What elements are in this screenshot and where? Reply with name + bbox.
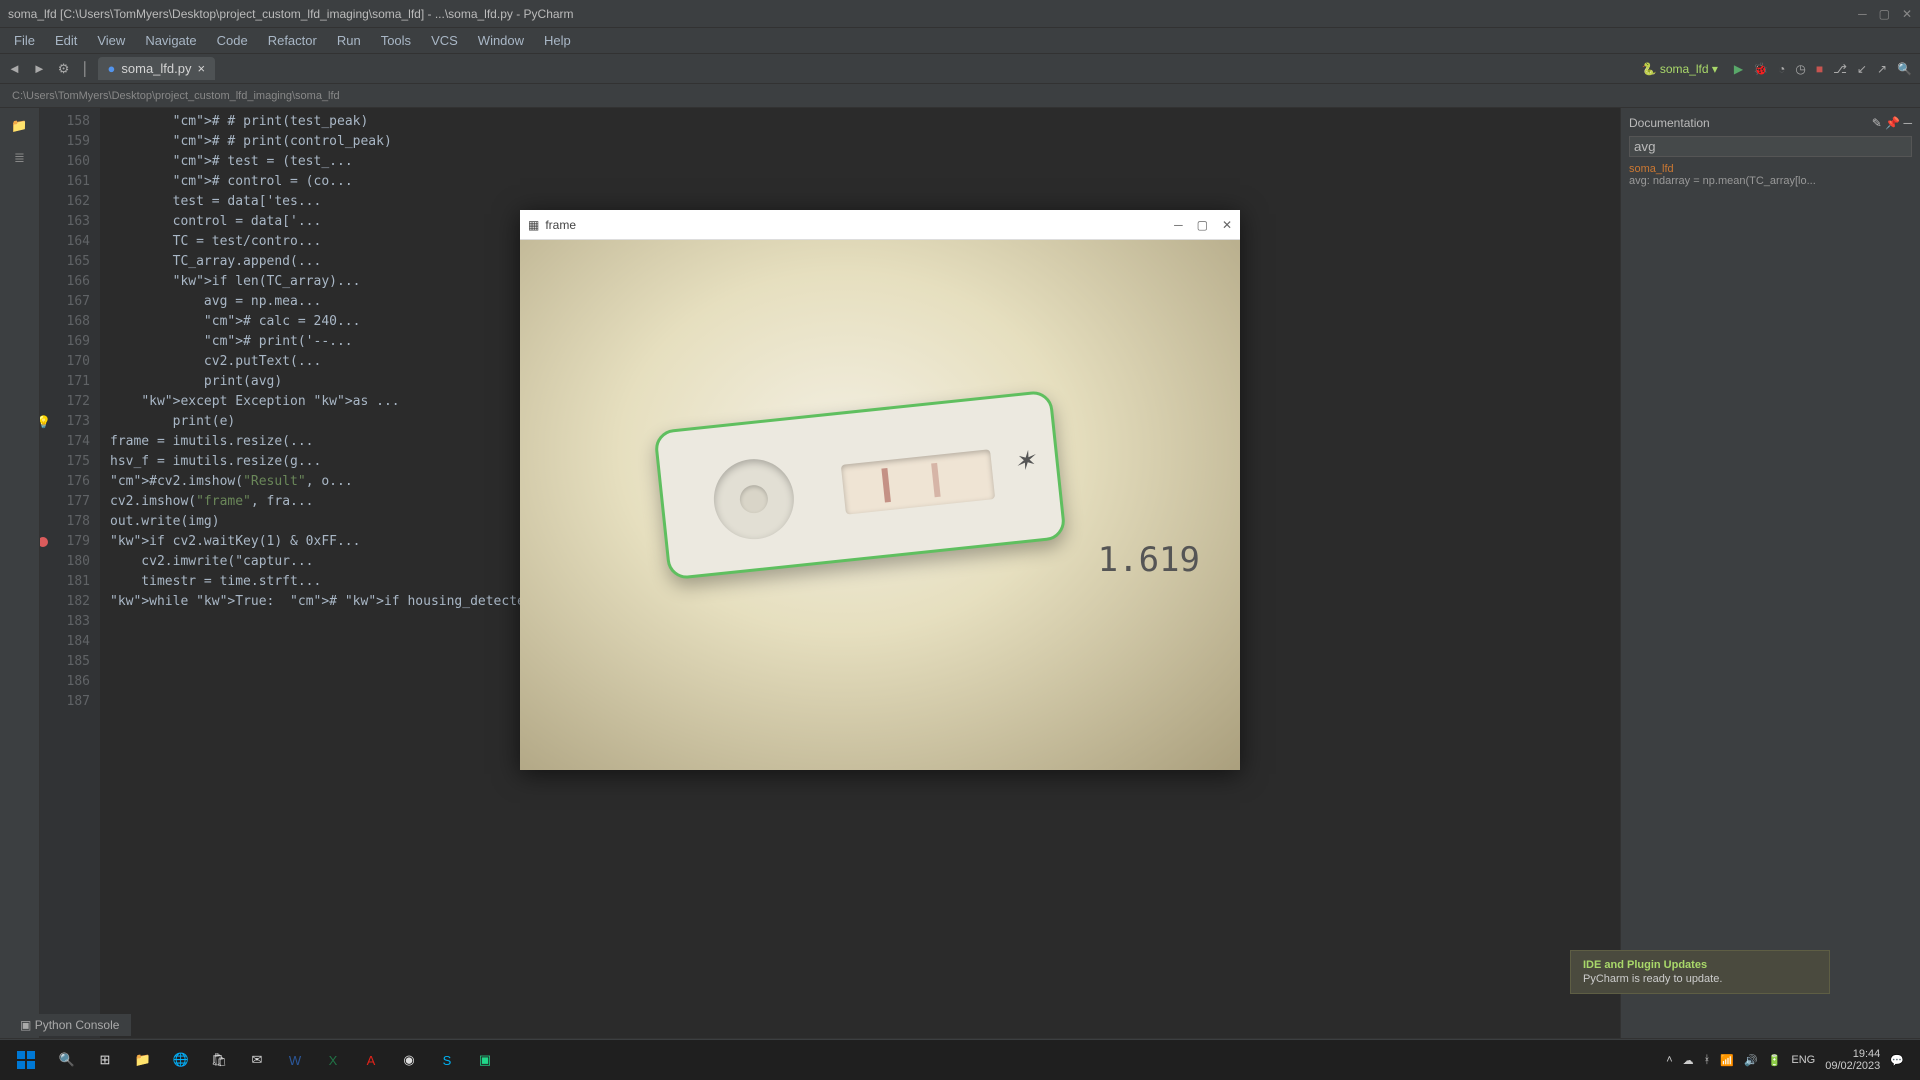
tab-close-icon[interactable]: × — [197, 61, 205, 76]
cv-minimration-icon[interactable]: ─ — [1174, 218, 1183, 232]
window-controls: ─ ▢ ✕ — [1858, 7, 1912, 21]
hide-icon[interactable]: ─ — [1903, 116, 1912, 130]
window-title: soma_lfd [C:\Users\TomMyers\Desktop\proj… — [8, 7, 1858, 21]
structure-tool-icon[interactable]: ≣ — [14, 150, 25, 166]
app-icon: ▦ — [528, 218, 539, 232]
close-icon[interactable]: ✕ — [1902, 7, 1912, 21]
documentation-panel: Documentation ✎ 📌 ─ soma_lfd avg: ndarra… — [1620, 108, 1920, 1038]
language-indicator[interactable]: ENG — [1791, 1054, 1815, 1066]
edit-icon[interactable]: ✎ — [1872, 116, 1882, 130]
taskbar-excel[interactable]: X — [316, 1043, 350, 1077]
bluetooth-icon[interactable]: ᚼ — [1704, 1054, 1711, 1066]
title-bar: soma_lfd [C:\Users\TomMyers\Desktop\proj… — [0, 0, 1920, 28]
doc-file-label: soma_lfd — [1629, 163, 1912, 175]
doc-panel-title: Documentation — [1629, 116, 1710, 130]
divider-icon: │ — [81, 61, 89, 77]
cv-title-bar[interactable]: ▦ frame ─ ▢ ✕ — [520, 210, 1240, 240]
tc-ratio-reading: 1.619 — [1098, 540, 1200, 580]
taskbar-word[interactable]: W — [278, 1043, 312, 1077]
pin-icon[interactable]: 📌 — [1885, 116, 1900, 130]
lfd-cassette: ✶ — [653, 390, 1066, 581]
cv-maximize-icon[interactable]: ▢ — [1197, 218, 1208, 232]
volume-icon[interactable]: 🔊 — [1744, 1054, 1758, 1067]
taskbar-search[interactable]: 🔍 — [50, 1043, 84, 1077]
doc-content: avg: ndarray = np.mean(TC_array[lo... — [1629, 175, 1912, 187]
project-tool-icon[interactable]: 📁 — [11, 118, 27, 134]
terminal-icon: ▣ — [20, 1018, 31, 1032]
menu-edit[interactable]: Edit — [47, 31, 85, 50]
line-gutter: 1581591601611621631641651661671681691701… — [40, 108, 100, 1038]
nav-back-icon[interactable]: ◄ — [8, 61, 21, 77]
run-config-selector[interactable]: 🐍 soma_lfd ▾ — [1642, 62, 1718, 76]
taskbar-taskview[interactable]: ⊞ — [88, 1043, 122, 1077]
python-file-icon: ● — [108, 61, 116, 76]
python-icon: 🐍 — [1642, 62, 1657, 76]
menu-code[interactable]: Code — [209, 31, 256, 50]
taskbar-explorer[interactable]: 📁 — [126, 1043, 160, 1077]
menu-bar: File Edit View Navigate Code Refactor Ru… — [0, 28, 1920, 54]
toolbar: ◄ ► ⚙ │ ● soma_lfd.py × 🐍 soma_lfd ▾ ▶ 🐞… — [0, 54, 1920, 84]
editor-tab[interactable]: ● soma_lfd.py × — [98, 57, 216, 80]
run-icon[interactable]: ▶ — [1734, 62, 1743, 76]
cassette-logo: ✶ — [1012, 445, 1037, 478]
taskbar-clock[interactable]: 19:44 09/02/2023 — [1825, 1048, 1880, 1072]
cv-close-icon[interactable]: ✕ — [1222, 218, 1232, 232]
taskbar-mail[interactable]: ✉ — [240, 1043, 274, 1077]
minimize-icon[interactable]: ─ — [1858, 7, 1867, 21]
debug-icon[interactable]: 🐞 — [1753, 62, 1768, 76]
toolbar-left-icons: ◄ ► ⚙ │ — [8, 61, 90, 77]
maximize-icon[interactable]: ▢ — [1879, 7, 1890, 21]
nav-forward-icon[interactable]: ► — [33, 61, 46, 77]
menu-window[interactable]: Window — [470, 31, 532, 50]
menu-file[interactable]: File — [6, 31, 43, 50]
cv-window-title: frame — [545, 218, 1174, 232]
update-notification[interactable]: IDE and Plugin Updates PyCharm is ready … — [1570, 950, 1830, 994]
notification-center-icon[interactable]: 💬 — [1890, 1054, 1904, 1067]
result-window — [841, 449, 995, 514]
cv-frame-content: ✶ 1.619 — [520, 240, 1240, 770]
taskbar-skype[interactable]: S — [430, 1043, 464, 1077]
system-tray[interactable]: ˄ ☁ ᚼ 📶 🔊 🔋 ENG 19:44 09/02/2023 💬 — [1666, 1048, 1914, 1072]
taskbar-chrome[interactable]: ◉ — [392, 1043, 426, 1077]
taskbar-pycharm[interactable]: ▣ — [468, 1043, 502, 1077]
taskbar-acrobat[interactable]: A — [354, 1043, 388, 1077]
windows-icon — [17, 1051, 35, 1069]
chevron-up-icon[interactable]: ˄ — [1666, 1054, 1672, 1066]
windows-taskbar[interactable]: 🔍 ⊞ 📁 🌐 🛍 ✉ W X A ◉ S ▣ ˄ ☁ ᚼ 📶 🔊 🔋 ENG … — [0, 1040, 1920, 1080]
menu-view[interactable]: View — [89, 31, 133, 50]
gear-icon[interactable]: ⚙ — [58, 61, 70, 77]
menu-refactor[interactable]: Refactor — [260, 31, 325, 50]
left-tool-strip: 📁 ≣ — [0, 108, 40, 1038]
menu-vcs[interactable]: VCS — [423, 31, 466, 50]
menu-tools[interactable]: Tools — [373, 31, 419, 50]
battery-icon[interactable]: 🔋 — [1768, 1054, 1782, 1067]
stop-icon[interactable]: ■ — [1816, 62, 1823, 76]
breadcrumb: C:\Users\TomMyers\Desktop\project_custom… — [0, 84, 1920, 108]
coverage-icon[interactable]: ◔ — [1778, 62, 1785, 76]
tab-label: soma_lfd.py — [121, 61, 191, 76]
menu-help[interactable]: Help — [536, 31, 579, 50]
wifi-icon[interactable]: 📶 — [1720, 1054, 1734, 1067]
opencv-frame-window[interactable]: ▦ frame ─ ▢ ✕ ✶ 1.619 — [520, 210, 1240, 770]
git-push-icon[interactable]: ↗ — [1877, 62, 1887, 76]
doc-search-input[interactable] — [1629, 136, 1912, 157]
start-button[interactable] — [6, 1040, 46, 1080]
profile-icon[interactable]: ◷ — [1795, 62, 1805, 76]
notification-title: IDE and Plugin Updates — [1583, 959, 1817, 971]
search-icon[interactable]: 🔍 — [1897, 62, 1912, 76]
sample-well — [710, 455, 798, 543]
test-line — [931, 463, 941, 497]
python-console-tab[interactable]: ▣ Python Console — [8, 1014, 131, 1036]
chevron-down-icon: ▾ — [1712, 62, 1718, 76]
menu-navigate[interactable]: Navigate — [137, 31, 204, 50]
toolbar-right: 🐍 soma_lfd ▾ ▶ 🐞 ◔ ◷ ■ ⎇ ↙ ↗ 🔍 — [1642, 62, 1912, 76]
git-icon[interactable]: ⎇ — [1833, 62, 1847, 76]
git-pull-icon[interactable]: ↙ — [1857, 62, 1867, 76]
onedrive-icon[interactable]: ☁ — [1683, 1054, 1694, 1067]
taskbar-store[interactable]: 🛍 — [202, 1043, 236, 1077]
menu-run[interactable]: Run — [329, 31, 369, 50]
taskbar-edge[interactable]: 🌐 — [164, 1043, 198, 1077]
notification-body: PyCharm is ready to update. — [1583, 973, 1817, 985]
control-line — [881, 468, 891, 502]
